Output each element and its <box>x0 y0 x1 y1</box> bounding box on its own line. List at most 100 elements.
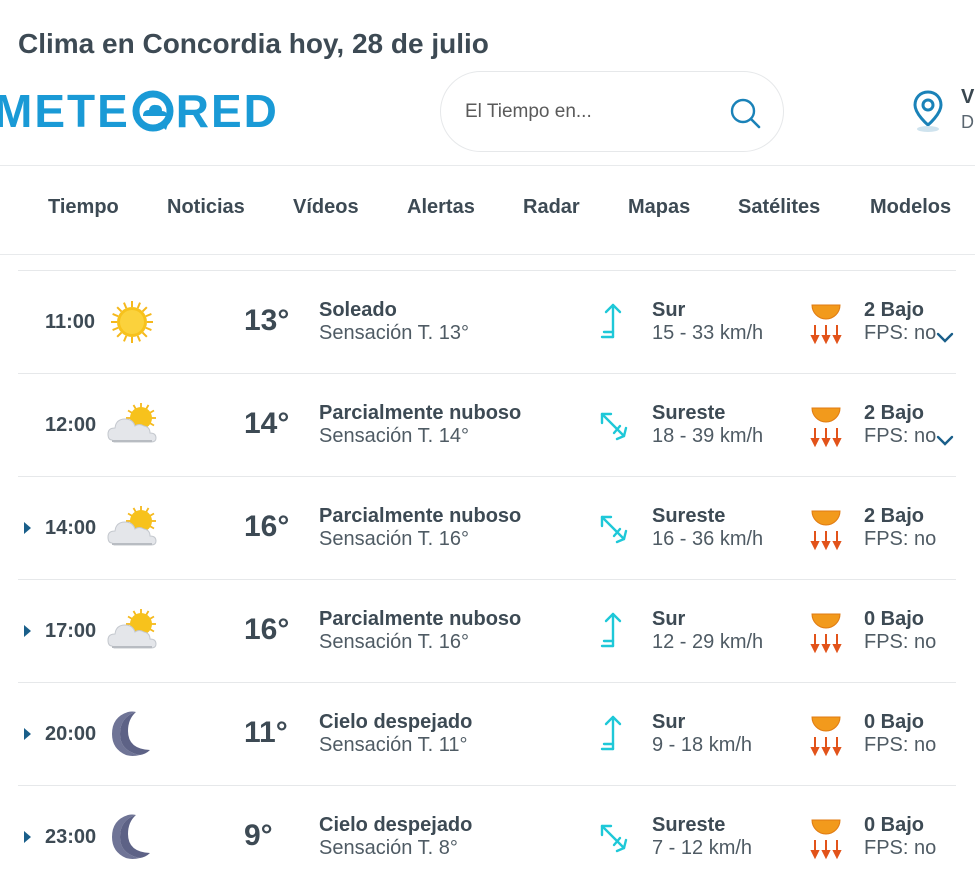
hour-time: 12:00 <box>45 414 97 436</box>
hourly-row[interactable]: 20:00 11° Cielo despejado Sensación T. 1… <box>18 682 956 785</box>
wind-north-arrow-icon <box>598 713 628 755</box>
nav-item-satelites[interactable]: Satélites <box>738 196 820 219</box>
hour-time: 23:00 <box>45 826 97 848</box>
wind-northwest-arrow-icon <box>598 404 628 446</box>
uv-index-icon <box>808 608 844 654</box>
hour-temperature: 13° <box>244 304 290 337</box>
hour-feels-like: Sensación T. 16° <box>319 528 469 550</box>
hour-condition: Parcialmente nuboso <box>319 608 522 630</box>
hour-feels-like: Sensación T. 11° <box>319 734 468 756</box>
nav-item-noticias[interactable]: Noticias <box>167 196 245 219</box>
chevron-down-icon[interactable] <box>936 331 954 343</box>
uv-index: 2 Bajo <box>864 505 925 527</box>
hour-feels-like: Sensación T. 8° <box>319 837 458 859</box>
hour-time: 11:00 <box>45 311 96 333</box>
hourly-row[interactable]: 17:00 16° Parcialmente nuboso Sensación … <box>18 579 956 682</box>
uv-index-icon <box>808 814 844 860</box>
wind-northwest-arrow-icon <box>598 816 628 858</box>
hour-condition: Cielo despejado <box>319 711 473 733</box>
wind-direction: Sureste <box>652 402 726 424</box>
logo-text-right: RED <box>175 85 279 137</box>
fps-value: FPS: no <box>864 528 937 550</box>
expand-arrow-icon[interactable] <box>24 831 31 843</box>
uv-index: 2 Bajo <box>864 299 925 321</box>
wind-north-arrow-icon <box>598 610 628 652</box>
expand-arrow-icon[interactable] <box>24 728 31 740</box>
location-pin-icon[interactable] <box>912 89 944 133</box>
uv-index: 2 Bajo <box>864 402 925 424</box>
search-box <box>440 71 784 152</box>
fps-value: FPS: no <box>864 837 937 859</box>
hour-time: 20:00 <box>45 723 97 745</box>
logo-text-left: METE <box>0 85 130 137</box>
logo-cloud-o-icon <box>132 90 174 132</box>
hour-condition: Soleado <box>319 299 397 321</box>
wind-speed: 9 - 18 km/h <box>652 734 753 756</box>
page: Clima en Concordia hoy, 28 de julio METE… <box>0 0 975 886</box>
main-nav: Tiempo Noticias Vídeos Alertas Radar Map… <box>0 166 975 254</box>
moon-icon <box>106 709 162 759</box>
expand-arrow-icon[interactable] <box>24 522 31 534</box>
sun-icon <box>106 297 162 347</box>
hour-temperature: 9° <box>244 819 273 852</box>
nav-item-radar[interactable]: Radar <box>523 196 580 219</box>
uv-index-icon <box>808 711 844 757</box>
search-input[interactable] <box>465 98 715 126</box>
location-subtitle: D <box>961 112 974 132</box>
hourly-row[interactable]: 14:00 16° Parcialmente nuboso Sensación … <box>18 476 956 579</box>
hour-feels-like: Sensación T. 16° <box>319 631 469 653</box>
meteored-logo[interactable]: METE RED <box>0 86 279 136</box>
moon-icon <box>106 812 162 862</box>
wind-north-arrow-icon <box>598 301 628 343</box>
chevron-down-icon[interactable] <box>936 434 954 446</box>
wind-direction: Sur <box>652 299 686 321</box>
uv-index-icon <box>808 402 844 448</box>
nav-item-videos[interactable]: Vídeos <box>293 196 359 219</box>
wind-speed: 18 - 39 km/h <box>652 425 764 447</box>
expand-arrow-icon[interactable] <box>24 625 31 637</box>
uv-index: 0 Bajo <box>864 608 925 630</box>
hour-temperature: 11° <box>244 716 288 749</box>
hour-feels-like: Sensación T. 13° <box>319 322 469 344</box>
fps-value: FPS: no <box>864 322 937 344</box>
wind-speed: 16 - 36 km/h <box>652 528 764 550</box>
hour-condition: Parcialmente nuboso <box>319 505 522 527</box>
nav-item-mapas[interactable]: Mapas <box>628 196 690 219</box>
hourly-row[interactable]: 11:00 13° Soleado Sensación T. 13° Sur 1… <box>18 270 956 373</box>
hour-time: 14:00 <box>45 517 97 539</box>
hour-temperature: 16° <box>244 613 290 646</box>
nav-item-modelos[interactable]: Modelos <box>870 196 951 219</box>
page-title: Clima en Concordia hoy, 28 de julio <box>18 28 489 59</box>
wind-speed: 7 - 12 km/h <box>652 837 753 859</box>
hour-condition: Cielo despejado <box>319 814 473 836</box>
fps-value: FPS: no <box>864 425 937 447</box>
hour-feels-like: Sensación T. 14° <box>319 425 469 447</box>
wind-speed: 12 - 29 km/h <box>652 631 764 653</box>
hour-condition: Parcialmente nuboso <box>319 402 522 424</box>
wind-direction: Sur <box>652 711 686 733</box>
wind-direction: Sureste <box>652 505 726 527</box>
partly-cloudy-icon <box>106 400 162 450</box>
partly-cloudy-icon <box>106 606 162 656</box>
hour-temperature: 16° <box>244 510 290 543</box>
search-icon[interactable] <box>728 96 762 130</box>
wind-direction: Sureste <box>652 814 726 836</box>
hour-temperature: 14° <box>244 407 290 440</box>
fps-value: FPS: no <box>864 631 937 653</box>
partly-cloudy-icon <box>106 503 162 553</box>
hourly-row[interactable]: 23:00 9° Cielo despejado Sensación T. 8°… <box>18 785 956 886</box>
hourly-row[interactable]: 12:00 14° Parcialmente nuboso Sensación … <box>18 373 956 476</box>
wind-speed: 15 - 33 km/h <box>652 322 764 344</box>
fps-value: FPS: no <box>864 734 937 756</box>
uv-index-icon <box>808 505 844 551</box>
wind-northwest-arrow-icon <box>598 507 628 549</box>
uv-index: 0 Bajo <box>864 814 925 836</box>
uv-index: 0 Bajo <box>864 711 925 733</box>
location-title[interactable]: V <box>961 86 974 109</box>
nav-divider <box>0 254 975 255</box>
wind-direction: Sur <box>652 608 686 630</box>
uv-index-icon <box>808 299 844 345</box>
nav-item-alertas[interactable]: Alertas <box>407 196 475 219</box>
hour-time: 17:00 <box>45 620 97 642</box>
nav-item-tiempo[interactable]: Tiempo <box>48 196 119 219</box>
